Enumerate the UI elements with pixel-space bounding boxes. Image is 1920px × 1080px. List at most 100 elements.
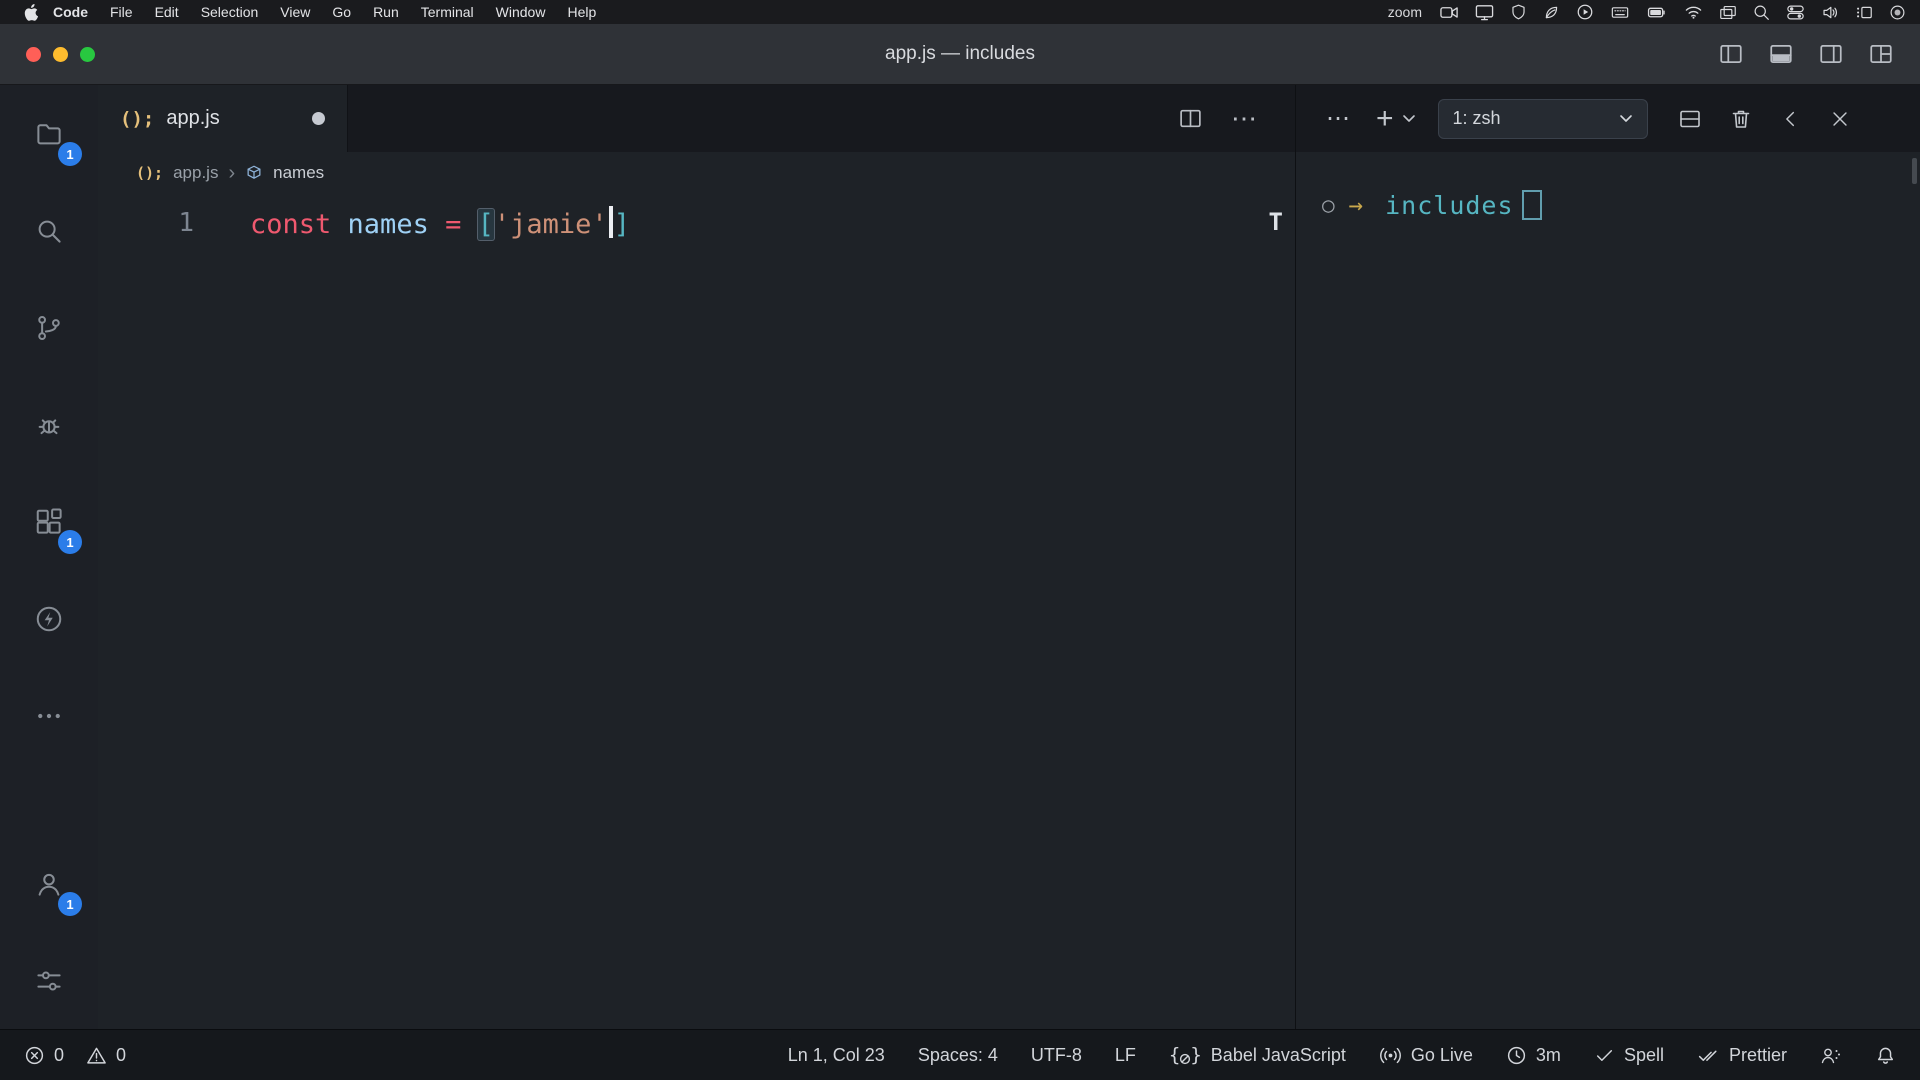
menu-item-go[interactable]: Go (321, 4, 362, 20)
encoding[interactable]: UTF-8 (1031, 1045, 1082, 1066)
chevron-right-icon: › (228, 162, 235, 185)
unsaved-changes-dot[interactable] (312, 112, 325, 125)
zoom-menu-label[interactable]: zoom (1388, 4, 1422, 20)
terminal[interactable]: ○ → includes (1296, 152, 1920, 1029)
code-editor[interactable]: 1 const names = ['jamie'] T (98, 194, 1295, 1029)
control-center-icon[interactable] (1786, 4, 1805, 21)
menu-item-run[interactable]: Run (362, 4, 410, 20)
cursor-position[interactable]: Ln 1, Col 23 (788, 1045, 885, 1066)
activity-explorer[interactable]: 1 (0, 85, 98, 182)
code-line-content: const names = ['jamie'] (194, 206, 630, 240)
go-live[interactable]: Go Live (1379, 1045, 1473, 1066)
statusbar-right: Ln 1, Col 23 Spaces: 4 UTF-8 LF {} Babel… (788, 1045, 1896, 1066)
windows-icon[interactable] (1719, 4, 1737, 21)
search-icon (34, 216, 64, 246)
prettier[interactable]: Prettier (1697, 1045, 1787, 1066)
activity-search[interactable] (0, 182, 98, 279)
shield-icon[interactable] (1510, 3, 1527, 21)
menu-item-file[interactable]: File (99, 4, 144, 20)
terminal-session-dropdown[interactable]: 1: zsh (1438, 99, 1648, 139)
menubar-status-area: zoom (1388, 3, 1906, 22)
people-status[interactable] (1820, 1045, 1842, 1066)
broadcast-icon (1379, 1045, 1402, 1066)
activity-more[interactable] (0, 667, 98, 764)
breadcrumb-file[interactable]: app.js (173, 163, 218, 183)
activity-extensions[interactable]: 1 (0, 473, 98, 570)
split-editor-icon[interactable] (1178, 106, 1203, 131)
siri-icon[interactable] (1889, 4, 1906, 21)
language-mode[interactable]: {} Babel JavaScript (1169, 1045, 1346, 1066)
menu-item-edit[interactable]: Edit (144, 4, 190, 20)
double-check-icon (1697, 1045, 1720, 1066)
leaf-icon[interactable] (1543, 4, 1560, 21)
window-titlebar[interactable]: app.js — includes (0, 24, 1920, 85)
terminal-scrollbar[interactable] (1912, 158, 1917, 184)
minimize-window-button[interactable] (53, 47, 68, 62)
menu-item-selection[interactable]: Selection (190, 4, 270, 20)
javascript-file-icon: (); (120, 108, 154, 130)
activity-debug[interactable] (0, 376, 98, 473)
tab-appjs[interactable]: (); app.js (98, 85, 348, 152)
apple-menu-icon[interactable] (24, 4, 38, 21)
menu-item-window[interactable]: Window (485, 4, 557, 20)
terminal-prompt-line: ○ → includes (1322, 190, 1920, 220)
new-terminal-icon[interactable]: + (1376, 104, 1394, 134)
toggle-panel-icon[interactable] (1768, 41, 1794, 67)
activity-settings[interactable] (0, 932, 98, 1029)
terminal-more-icon[interactable]: ⋯ (1326, 104, 1352, 133)
close-panel-icon[interactable] (1829, 108, 1851, 130)
symbol-icon (245, 164, 263, 182)
minimap[interactable]: T (1269, 208, 1283, 236)
code-line: 1 const names = ['jamie'] (98, 200, 1295, 246)
wifi-icon[interactable] (1684, 4, 1703, 20)
keyboard-icon[interactable] (1610, 4, 1630, 21)
macos-menubar: CodeFileEditSelectionViewGoRunTerminalWi… (0, 0, 1920, 24)
fullscreen-window-button[interactable] (80, 47, 95, 62)
split-terminal-icon[interactable] (1678, 107, 1702, 131)
toggle-secondary-sidebar-icon[interactable] (1818, 41, 1844, 67)
menubar-items: CodeFileEditSelectionViewGoRunTerminalWi… (42, 4, 607, 20)
timer-label: 3m (1536, 1045, 1561, 1066)
eol-sequence[interactable]: LF (1115, 1045, 1136, 1066)
eol-label: LF (1115, 1045, 1136, 1066)
problems-errors[interactable]: 0 (24, 1045, 64, 1066)
menu-item-help[interactable]: Help (556, 4, 607, 20)
line-number: 1 (98, 208, 194, 238)
menu-item-terminal[interactable]: Terminal (410, 4, 485, 20)
back-icon[interactable] (1780, 108, 1802, 130)
token-variable: names (348, 209, 429, 240)
close-window-button[interactable] (26, 47, 41, 62)
settings-sliders-icon (34, 966, 64, 996)
battery-icon[interactable] (1646, 5, 1668, 20)
stage-manager-icon[interactable] (1855, 4, 1873, 21)
activity-bar: 1 1 1 (0, 85, 98, 1029)
activity-accounts[interactable]: 1 (0, 835, 98, 932)
display-icon[interactable] (1475, 3, 1494, 22)
bell-icon (1875, 1045, 1896, 1066)
editor-more-actions-icon[interactable]: ⋯ (1231, 103, 1259, 134)
check-icon (1594, 1045, 1615, 1066)
status-bar: 0 0 Ln 1, Col 23 Spaces: 4 UTF-8 LF {} B… (0, 1029, 1920, 1080)
activity-source-control[interactable] (0, 279, 98, 376)
activity-lightning[interactable] (0, 570, 98, 667)
new-terminal-chevron-icon[interactable] (1402, 113, 1416, 124)
cursor-position-label: Ln 1, Col 23 (788, 1045, 885, 1066)
trash-icon[interactable] (1729, 107, 1753, 131)
notifications[interactable] (1875, 1045, 1896, 1066)
breadcrumb-symbol[interactable]: names (273, 163, 324, 183)
indentation[interactable]: Spaces: 4 (918, 1045, 998, 1066)
play-circle-icon[interactable] (1576, 3, 1594, 21)
video-icon[interactable] (1440, 3, 1459, 22)
menu-item-code[interactable]: Code (42, 4, 99, 20)
source-control-icon (34, 313, 64, 343)
toggle-sidebar-icon[interactable] (1718, 41, 1744, 67)
search-icon[interactable] (1753, 4, 1770, 21)
problems-warnings[interactable]: 0 (86, 1045, 126, 1066)
layout-icon[interactable] (1868, 41, 1894, 67)
clock-icon (1506, 1045, 1527, 1066)
spell-checker[interactable]: Spell (1594, 1045, 1664, 1066)
menu-item-view[interactable]: View (269, 4, 321, 20)
volume-icon[interactable] (1821, 4, 1839, 21)
statusbar-left: 0 0 (24, 1045, 126, 1066)
timer[interactable]: 3m (1506, 1045, 1561, 1066)
